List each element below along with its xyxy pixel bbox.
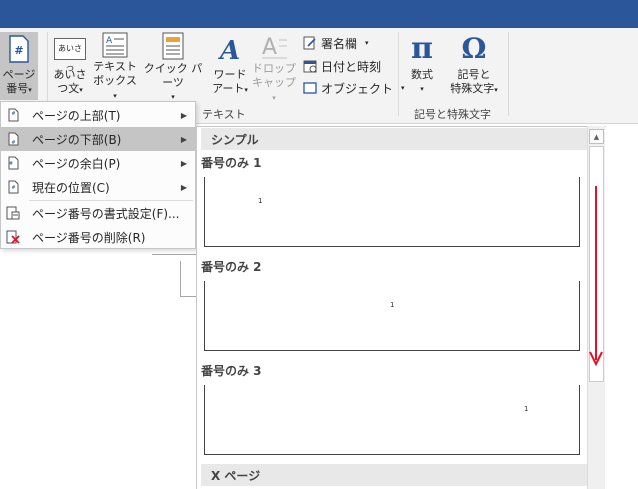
- svg-text:#: #: [11, 185, 15, 191]
- equation-caret: ▾: [420, 85, 424, 93]
- page-margin-icon: #: [6, 156, 20, 170]
- textbox-label-2: ボックス▾: [93, 74, 137, 100]
- svg-text:#: #: [11, 140, 15, 146]
- group-label-symbols: 記号と特殊文字: [414, 108, 491, 121]
- menu-item-current-position[interactable]: # 現在の位置(C) ▶: [1, 175, 195, 199]
- svg-text:A: A: [262, 35, 277, 60]
- gallery-section-header: X ページ: [201, 464, 587, 486]
- gallery-section-header: シンプル: [201, 128, 587, 150]
- menu-item-page-top[interactable]: # ページの上部(T) ▶: [1, 103, 195, 127]
- dropcap-label-2: キャップ▾: [252, 76, 296, 102]
- svg-text:#: #: [11, 111, 15, 117]
- signature-caret: ▾: [365, 39, 369, 47]
- menu-item-format-page-number[interactable]: ページ番号の書式設定(F)...: [1, 201, 195, 225]
- page-number-preview: 1: [390, 301, 395, 309]
- symbol-label-2: 特殊文字▾: [450, 82, 498, 95]
- quick-parts-icon: [162, 32, 184, 60]
- wordart-label-2: アート▾: [212, 82, 248, 95]
- date-time-label: 日付と時刻: [321, 59, 382, 74]
- textbox-button[interactable]: A テキスト ボックス▾: [92, 32, 138, 100]
- gallery-item-plain-number-2[interactable]: 1: [204, 281, 580, 351]
- quick-parts-label: クイック パーツ: [143, 62, 203, 89]
- page-number-button[interactable]: # ページ 番号▾: [0, 32, 38, 100]
- symbol-label-1: 記号と: [457, 68, 491, 81]
- svg-text:A: A: [106, 36, 113, 46]
- equation-label: 数式: [411, 68, 433, 81]
- greeting-label-2: つ文▾: [57, 82, 83, 95]
- equation-button[interactable]: π 数式 ▾: [402, 32, 442, 100]
- signature-line-button[interactable]: 署名欄 ▾: [302, 33, 369, 53]
- menu-item-page-bottom[interactable]: # ページの下部(B) ▶: [1, 127, 195, 151]
- document-margin-mark: [180, 296, 196, 297]
- textbox-icon: A: [102, 32, 128, 58]
- quick-parts-button[interactable]: クイック パーツ ▾: [140, 32, 206, 101]
- menu-item-label: ページ番号の削除(R): [32, 230, 146, 245]
- wordart-button[interactable]: A ワード アート▾: [208, 32, 252, 100]
- signature-icon: [302, 35, 318, 51]
- page-bottom-icon: #: [6, 132, 20, 146]
- submenu-arrow-icon: ▶: [180, 158, 187, 168]
- svg-text:#: #: [8, 161, 12, 167]
- dropcap-button[interactable]: A ドロップ キャップ▾: [252, 32, 296, 102]
- format-page-number-icon: [6, 206, 20, 220]
- date-time-button[interactable]: 日付と時刻: [302, 56, 381, 76]
- gallery-item-plain-number-3[interactable]: 1: [204, 385, 580, 455]
- symbol-button[interactable]: Ω 記号と 特殊文字▾: [444, 32, 504, 100]
- page-number-icon: #: [8, 32, 30, 66]
- wordart-label-1: ワード: [213, 68, 247, 81]
- gallery-item-plain-number-1[interactable]: 1: [204, 177, 580, 247]
- menu-item-page-margin[interactable]: # ページの余白(P) ▶: [1, 151, 195, 175]
- submenu-arrow-icon: ▶: [180, 110, 187, 120]
- current-position-icon: #: [6, 180, 20, 194]
- greeting-label-1: あいさ: [53, 68, 87, 81]
- title-bar: [0, 0, 638, 28]
- document-margin-mark: [180, 261, 181, 297]
- gallery-item-title: 番号のみ 2: [201, 260, 262, 274]
- menu-item-label: 現在の位置(C): [32, 180, 110, 195]
- omega-icon: Ω: [461, 32, 487, 65]
- page-number-preview: 1: [524, 405, 529, 413]
- document-margin-mark: [152, 254, 196, 255]
- signature-label: 署名欄: [321, 36, 358, 51]
- menu-item-label: ページの上部(T): [32, 108, 121, 123]
- page-number-preview: 1: [258, 197, 263, 205]
- remove-page-number-icon: [6, 230, 20, 244]
- gallery-item-title: 番号のみ 1: [201, 156, 262, 170]
- calendar-icon: [302, 58, 318, 74]
- textbox-label-1: テキスト: [93, 60, 137, 73]
- scroll-down-arrow-icon: [589, 186, 603, 367]
- greeting-button[interactable]: あいさつ あいさ つ文▾: [51, 32, 89, 100]
- gallery-item-title: 番号のみ 3: [201, 364, 262, 378]
- dropcap-icon: A: [260, 32, 288, 60]
- submenu-arrow-icon: ▶: [180, 134, 187, 144]
- page-number-menu: # ページの上部(T) ▶ # ページの下部(B) ▶ # ページの余白(P) …: [0, 101, 196, 249]
- pi-icon: π: [411, 31, 433, 66]
- svg-text:A: A: [217, 36, 240, 63]
- object-label: オブジェクト: [321, 81, 394, 96]
- greeting-icon: あいさつ: [54, 32, 86, 73]
- menu-item-label: ページ番号の書式設定(F)...: [32, 206, 180, 221]
- submenu-arrow-icon: ▶: [180, 182, 187, 192]
- page-top-icon: #: [6, 108, 20, 122]
- dropcap-label-1: ドロップ: [252, 62, 296, 75]
- page-bottom-gallery: シンプル 番号のみ 1 1 番号のみ 2 1 番号のみ 3 1 X ページ: [196, 126, 606, 489]
- menu-item-remove-page-number[interactable]: ページ番号の削除(R): [1, 225, 195, 249]
- object-icon: [302, 80, 318, 96]
- wordart-icon: A: [217, 32, 243, 66]
- scroll-up-icon[interactable]: ▲: [589, 129, 604, 144]
- object-button[interactable]: オブジェクト ▾: [302, 78, 405, 98]
- group-label-text: テキスト: [202, 108, 246, 121]
- menu-item-label: ページの下部(B): [32, 132, 122, 147]
- svg-text:#: #: [14, 44, 23, 57]
- menu-item-label: ページの余白(P): [32, 156, 121, 171]
- page-number-label-2: 番号▾: [6, 82, 32, 95]
- page-number-label-1: ページ: [2, 68, 36, 81]
